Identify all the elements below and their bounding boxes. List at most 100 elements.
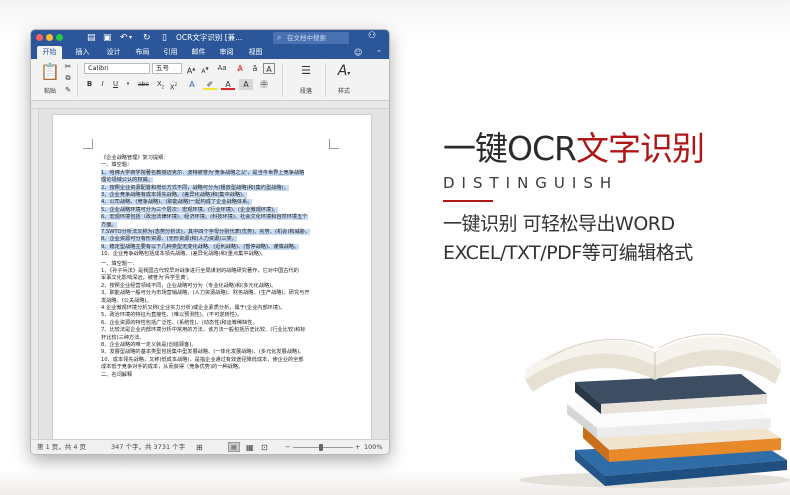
text-effects-icon[interactable]: A [185,79,199,90]
paste-icon[interactable]: 📋 [39,63,61,81]
enclose-characters-icon[interactable]: ㊥ [257,79,271,90]
clear-formatting-icon[interactable]: A̷ [234,63,246,74]
document-line-text: 7、比较法是企业内部环境分析中常用的方法，该方法一般包括历史比较、(行业比较)和… [101,327,306,334]
document-line[interactable]: 5、政治环境的特征为直接性、(难以预测性)、(不可逆转性)。 [101,312,242,319]
document-line-text: 6、企业资源的特性包括广泛性、(系统性)、(动态性)和运筹稀缺性。 [101,319,258,326]
document-line[interactable]: 3、职能战略一般可分为市场营销战略、(人力资源战略)、财务战略、(生产战略)、研… [101,290,310,297]
document-line[interactable]: 一、填空题一： [101,261,137,268]
superscript-icon[interactable]: X2 [168,79,179,91]
tab-home[interactable]: 开始 [37,46,62,59]
shrink-font-icon[interactable]: A▼ [199,63,211,75]
collapse-ribbon-icon[interactable]: ⌃ [376,46,382,60]
phonetic-guide-icon[interactable]: ã [249,63,261,74]
tab-design[interactable]: 设计 [101,46,126,59]
document-line[interactable]: 5、企业战略环境可分为三个层次：宏观环境、(行业环境)、(企业微观环境)。 [101,206,279,214]
search-input[interactable]: ⌕ 在文档中搜索 [273,32,349,44]
document-line[interactable]: 8、企业资源可分有形资源、(无形资源)和(人力资源)三类。 [101,236,237,243]
zoom-window-button[interactable] [56,34,63,41]
font-size-value: 五号 [156,64,169,72]
print-layout-icon[interactable]: ▤ [228,442,240,452]
tab-mailings[interactable]: 邮件 [186,46,211,59]
tab-view[interactable]: 视图 [243,46,268,59]
copy-icon[interactable]: ⧉ [63,73,73,84]
undo-icon[interactable]: ↶ [120,31,128,45]
bold-icon[interactable]: B [84,79,95,90]
document-line[interactable]: 1、哈佛大学商学院著名教授迈克尔．波特被誉为'竞争战略之父'，是当今世界上竞争战… [101,169,305,177]
highlight-color-icon[interactable]: ✐ [203,79,217,90]
document-line-text: 1、《孙子兵法》是我国古代较早对战争进行全局谋划的战略研究著作，它对中国古代的 [101,268,299,274]
ribbon-divider [77,63,78,97]
add-user-icon[interactable]: ⚇ [368,31,376,41]
document-line[interactable]: 7.SWTO分析法又称为(态势分析法)，其中四个字母分别代表(优势)、劣势、(机… [101,229,311,236]
vertical-ruler[interactable] [31,109,39,439]
tab-review[interactable]: 审阅 [214,46,239,59]
redo-icon[interactable]: ↻ [143,31,151,45]
document-line[interactable]: 发战略、(公关战略)。 [101,298,152,305]
document-line-text: 3、职能战略一般可分为市场营销战略、(人力资源战略)、财务战略、(生产战略)、研… [101,290,310,297]
zoom-slider[interactable] [293,447,353,448]
proofing-icon[interactable]: ⊞ [196,440,203,454]
paragraph-icon[interactable]: ☰ [295,64,317,78]
tab-references[interactable]: 引用 [158,46,183,59]
document-page[interactable]: 《企业战略管理》复习提纲： 一、填空题： 1、哈佛大学商学院著名教授迈克尔．波特被誉… [53,115,371,439]
focus-mode-icon[interactable]: ⊡ [261,440,268,454]
document-line[interactable]: 4.企业微观环境分析又称(企业实力分析)或企业素质分析，属于(企业内部环境)。 [101,305,285,312]
document-line-text: 方面。 [101,221,117,228]
styles-icon[interactable]: A▾ [331,62,357,80]
minimize-window-button[interactable] [46,34,53,41]
document-line[interactable]: 9、稳定型战略主要有以下几种类型无变化战略、(近利战略)、(暂停战略)、谨慎战略… [101,243,300,251]
font-name-select[interactable]: Calibri [84,63,150,74]
smiley-feedback-icon[interactable]: ☺ [354,46,362,60]
document-line-text: 二、名词解释 [101,371,133,378]
save-icon[interactable]: ▣ [103,31,112,45]
zoom-slider-thumb[interactable] [319,444,323,451]
document-line[interactable]: 二、名词解释 [101,372,132,379]
tab-insert[interactable]: 插入 [70,46,95,59]
horizontal-ruler[interactable] [31,101,389,109]
underline-icon[interactable]: U [110,79,121,90]
document-line[interactable]: 8、企业战略的唯一定义就是(创造顾客)。 [101,342,197,349]
font-size-select[interactable]: 五号 [152,63,182,74]
cut-icon[interactable]: ✂ [63,61,73,72]
document-line[interactable]: 10、企业竞争战略包括成本领先战略、(差异化战略)和(重点集中战略)。 [101,251,266,258]
undo-dropdown-icon[interactable]: ▾ [129,31,132,45]
web-layout-icon[interactable]: ▦ [246,440,254,454]
strikethrough-icon[interactable]: abc [135,79,152,90]
document-line[interactable]: 理论领域公认的权威。 [101,177,153,184]
tab-layout[interactable]: 布局 [130,46,155,59]
document-line[interactable]: 6、企业资源的特性包括广泛性、(系统性)、(动态性)和运筹稀缺性。 [101,320,258,327]
document-line[interactable]: 军事文化影响深远，被誉为'兵学圣典'。 [101,275,192,282]
subscript-icon[interactable]: X2 [155,79,166,90]
document-line[interactable]: 成本低于竞争对手的成本，从而获得（竞争优势)的一种战略。 [101,364,243,371]
document-line[interactable]: 7、比较法是企业内部环境分析中常用的方法，该方法一般包括历史比较、(行业比较)和… [101,327,305,334]
underline-dropdown-icon[interactable]: ▾ [124,79,132,90]
font-color-icon[interactable]: A [221,79,235,90]
document-line[interactable]: 10、成本领先战略，又称(低成本战略)，是指企业通过有效途径降低成本，使企业的全… [101,357,304,364]
character-shading-icon[interactable]: A [239,79,253,90]
document-line[interactable]: 方面。 [101,221,117,229]
document-line[interactable]: 1、《孙子兵法》是我国古代较早对战争进行全局谋划的战略研究著作，它对中国古代的 [101,268,299,275]
document-line[interactable]: 杆比较)三种方法。 [101,335,145,342]
italic-icon[interactable]: I [97,79,108,90]
document-line[interactable]: 3、企业竞争战略有成本领先战略、(差异化战略)和(集中战略)。 [101,192,248,199]
document-line[interactable]: 一、填空题： [101,162,132,169]
grow-font-icon[interactable]: A▲ [185,63,197,76]
character-border-icon[interactable]: A [263,63,275,74]
zoom-out-icon[interactable]: − [285,440,290,454]
document-line[interactable]: 《企业战略管理》复习提纲： [101,155,168,162]
document-line-text: 10、成本领先战略，又称(低成本战略)，是指企业通过有效途径降低成本，使企业的全… [101,356,304,363]
zoom-in-icon[interactable]: + [355,440,360,454]
document-line-text: 5、政治环境的特征为直接性、(难以预测性)、(不可逆转性)。 [101,312,243,319]
styles-label: 样式 [337,88,350,95]
change-case-icon[interactable]: Aa [215,63,229,74]
document-canvas[interactable]: 《企业战略管理》复习提纲： 一、填空题： 1、哈佛大学商学院著名教授迈克尔．波特被誉… [39,109,389,439]
document-line[interactable]: 2、按照企业资源配置和增长方式不同，战略可分为(粗放型战略)和(集约型战略)。 [101,184,289,192]
document-line[interactable]: 9、发展型战略的基本类型包括集中型发展战略、(一体化发展战略)、(多元化发展战略… [101,349,304,356]
document-line[interactable]: 2、按照企业经营领域不同，企业战略可分为（专业化战略)和(多元化战略)。 [101,283,276,290]
description-line-1: 一键识别 可轻松导出WORD [443,213,675,235]
document-line[interactable]: 6、宏观环境包括（政治法律环境)、经济环境、(科技环境)、社会文化环境和自然环境… [101,214,308,221]
document-line[interactable]: 4、公司战略、(竞争战略)、(职能战略)一起构成了企业战略体系。 [101,199,253,206]
format-painter-icon[interactable]: ✎ [63,85,73,96]
sidebar-icon[interactable]: ▤ [87,31,96,45]
close-window-button[interactable] [36,34,43,41]
